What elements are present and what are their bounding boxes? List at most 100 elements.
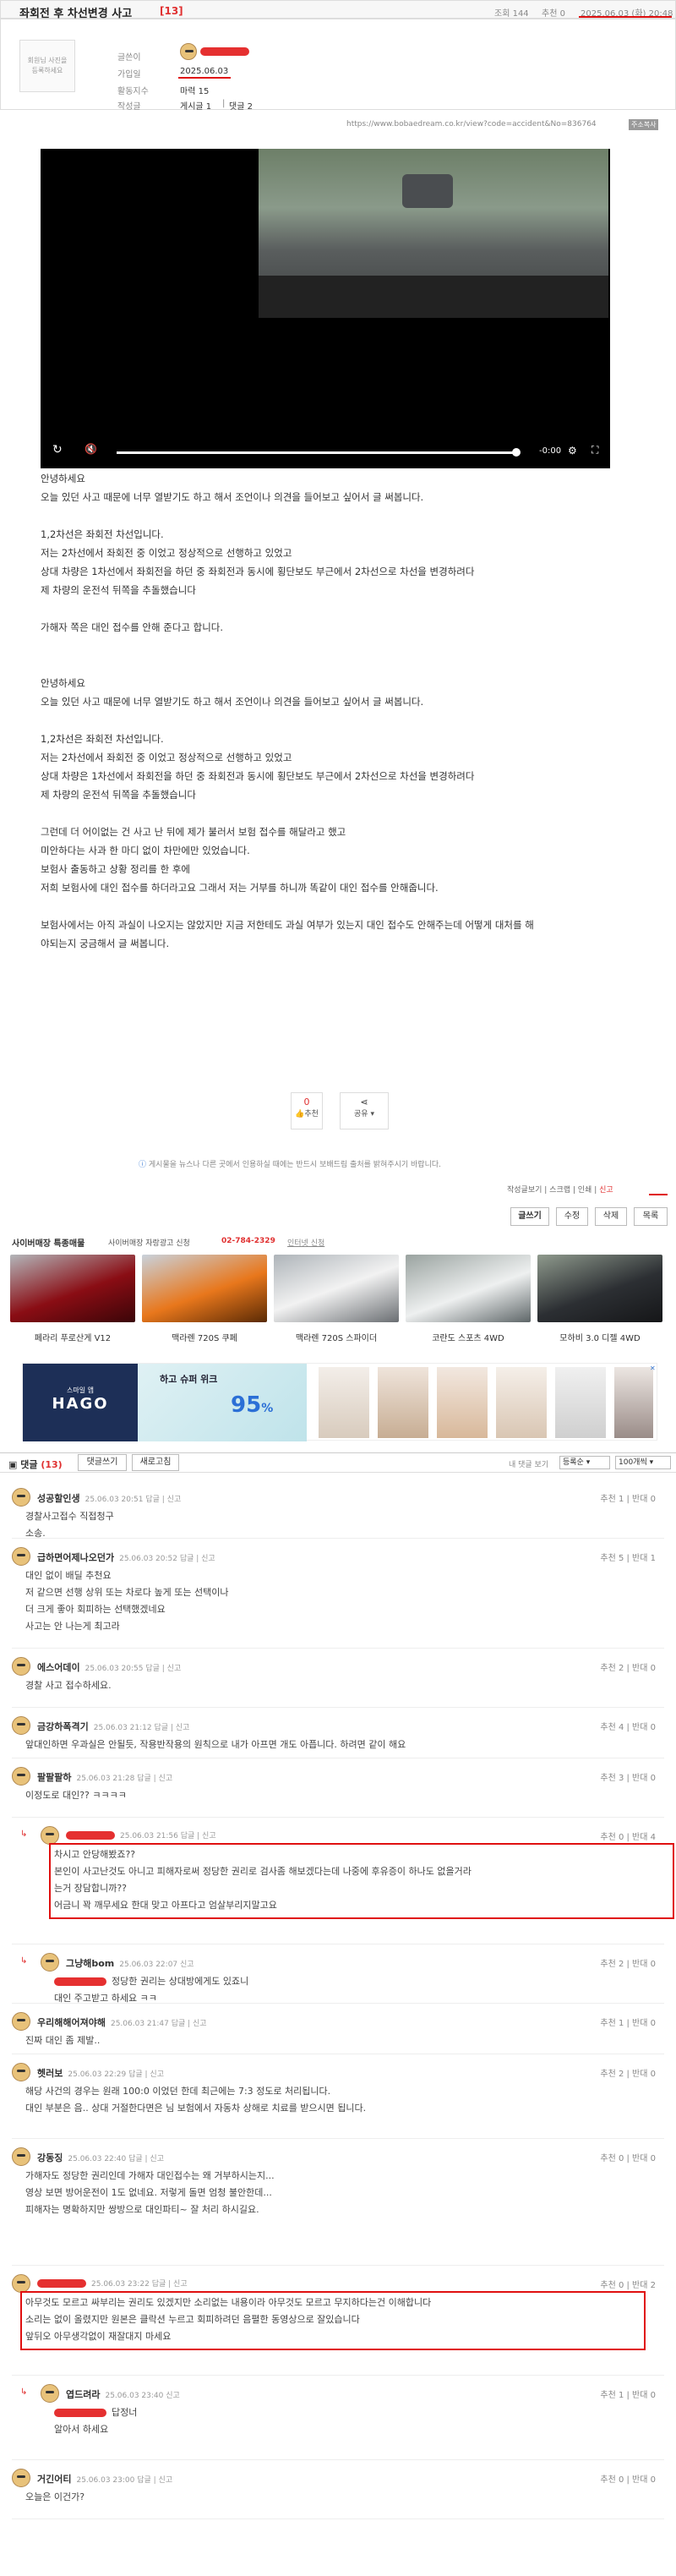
commenter-avatar: [41, 2384, 59, 2403]
body-line: 저는 2차선에서 좌회전 중 이었고 정상적으로 선행하고 있었고: [41, 752, 292, 763]
car-caption-4[interactable]: 코란도 스포츠 4WD: [406, 1331, 531, 1343]
sort-select[interactable]: 등록순 ▾: [559, 1456, 610, 1469]
comment-count-badge[interactable]: [13]: [160, 5, 183, 17]
ad-apply-link[interactable]: 인터넷 신청: [287, 1237, 324, 1248]
reply-arrow-icon: ↳: [20, 1956, 28, 1966]
mute-icon[interactable]: 🔇: [84, 443, 97, 455]
banner-ad[interactable]: 스마일 앱 HAGO 하고 슈퍼 위크 95% ✕: [22, 1363, 657, 1441]
comment-votes[interactable]: 추천 5 | 반대 1: [600, 1551, 656, 1563]
body-line: 보험사 출동하고 상황 정리를 한 후에: [41, 863, 190, 875]
settings-icon[interactable]: ⚙: [568, 445, 577, 457]
car-image-2[interactable]: [142, 1255, 267, 1322]
car-caption-3[interactable]: 맥라렌 720S 스파이더: [274, 1331, 399, 1343]
comment-votes[interactable]: 추천 0 | 반대 0: [600, 2472, 656, 2485]
comment-votes[interactable]: 추천 2 | 반대 0: [600, 2066, 656, 2079]
comment-meta[interactable]: 25.06.03 21:28 답글 | 신고: [76, 1775, 172, 1783]
refresh-button[interactable]: 새로고침: [132, 1454, 179, 1471]
commenter-nick[interactable]: 우리해해어져야해: [37, 2017, 106, 2028]
scrap-link[interactable]: 스크랩: [549, 1186, 570, 1195]
comment-meta[interactable]: 25.06.03 20:51 답글 | 신고: [85, 1496, 182, 1504]
commenter-avatar: [12, 2469, 30, 2487]
comment-write-button[interactable]: 댓글쓰기: [78, 1454, 127, 1471]
mention-redacted[interactable]: [54, 2409, 106, 2417]
recommend-count: 추천 0: [542, 9, 565, 19]
comment-meta[interactable]: 25.06.03 22:07 신고: [119, 1961, 194, 1969]
commenter-nick[interactable]: 거긴어티: [37, 2474, 71, 2485]
commenter-nick[interactable]: 그냥해bom: [66, 1958, 114, 1969]
video-player[interactable]: ↻ 🔇 -0:00 ⚙ ⛶: [41, 149, 610, 468]
comment-body: 경찰사고접수 직접청구 소송.: [25, 1508, 617, 1542]
comment-meta[interactable]: 25.06.03 22:29 답글 | 신고: [68, 2070, 164, 2079]
copy-url-button[interactable]: 주소복사: [629, 119, 659, 130]
comment-votes[interactable]: 추천 1 | 반대 0: [600, 2387, 656, 2400]
car-caption-5[interactable]: 모하비 3.0 디젤 4WD: [537, 1331, 662, 1343]
edit-button[interactable]: 수정: [556, 1207, 588, 1226]
author-avatar: [180, 43, 197, 60]
comment-meta[interactable]: 25.06.03 21:56 답글 | 신고: [120, 1832, 216, 1840]
comment-line: 알아서 하세요: [54, 2424, 109, 2435]
comment-meta[interactable]: 25.06.03 23:22 답글 | 신고: [91, 2280, 188, 2289]
comment-meta[interactable]: 25.06.03 23:00 답글 | 신고: [76, 2476, 172, 2485]
car-image-3[interactable]: [274, 1255, 399, 1322]
body-line: [41, 711, 649, 730]
commenter-avatar: [41, 1826, 59, 1845]
writer-posts[interactable]: 게시글 1: [180, 99, 211, 112]
car-caption-1[interactable]: 페라리 푸로산게 V12: [10, 1331, 135, 1343]
more-posts-link[interactable]: 작성글보기: [507, 1186, 542, 1195]
mention-redacted[interactable]: [54, 1977, 106, 1986]
author-nick-redacted[interactable]: [200, 47, 249, 56]
video-scrubber[interactable]: [512, 448, 521, 457]
car-image-4[interactable]: [406, 1255, 531, 1322]
ad-close-icon[interactable]: ✕: [650, 1365, 656, 1372]
share-button[interactable]: ⋖ 공유 ▾: [340, 1092, 389, 1129]
commenter-nick[interactable]: 금강하폭격기: [37, 1721, 89, 1732]
replay-icon[interactable]: ↻: [52, 443, 63, 457]
fullscreen-icon[interactable]: ⛶: [592, 444, 598, 457]
commenter-nick[interactable]: 팔팔팔하: [37, 1772, 71, 1783]
print-link[interactable]: 인쇄: [578, 1186, 592, 1195]
commenter-nick[interactable]: 강동징: [37, 2152, 63, 2163]
body-line: 오늘 있던 사고 때문에 너무 열받기도 하고 해서 조언이나 의견을 들어보고…: [41, 696, 424, 708]
comment-votes[interactable]: 추천 3 | 반대 0: [600, 1770, 656, 1783]
comment-meta[interactable]: 25.06.03 21:12 답글 | 신고: [94, 1724, 190, 1732]
comment-votes[interactable]: 추천 0 | 반대 0: [600, 2151, 656, 2163]
commenter-nick[interactable]: 헷러보: [37, 2068, 63, 2079]
recommend-button[interactable]: 0 👍추천: [291, 1092, 323, 1129]
comment-item: ↳ 그냥해bom 25.06.03 22:07 신고 추천 2 | 반대 0 정당한 권…: [12, 1953, 664, 2004]
post-body: 안녕하세요 오늘 있던 사고 때문에 너무 열받기도 하고 해서 조언이나 의견을…: [41, 469, 649, 953]
comment-votes[interactable]: 추천 2 | 반대 0: [600, 1956, 656, 1969]
commenter-nick[interactable]: 에스어데이: [37, 1662, 80, 1673]
comment-header: 엽드려라 25.06.03 23:40 신고: [66, 2387, 180, 2401]
car-image-5[interactable]: [537, 1255, 662, 1322]
my-comments-link[interactable]: 내 댓글 보기: [509, 1458, 548, 1469]
list-button[interactable]: 목록: [634, 1207, 668, 1226]
video-time: -0:00: [539, 446, 562, 456]
comment-votes[interactable]: 추천 4 | 반대 0: [600, 1720, 656, 1732]
car-caption-2[interactable]: 맥라렌 720S 쿠페: [142, 1331, 267, 1343]
write-button[interactable]: 글쓰기: [510, 1207, 549, 1226]
comment-meta[interactable]: 25.06.03 20:55 답글 | 신고: [85, 1665, 182, 1673]
comment-item: 25.06.03 23:22 답글 | 신고 추천 0 | 반대 2 아무것도 모르…: [12, 2274, 664, 2376]
car-image-1[interactable]: [10, 1255, 135, 1322]
report-link[interactable]: 신고: [599, 1186, 613, 1195]
comment-meta[interactable]: 25.06.03 21:47 답글 | 신고: [111, 2020, 207, 2028]
comment-votes[interactable]: 추천 0 | 반대 2: [600, 2278, 656, 2290]
writer-comments[interactable]: 댓글 2: [229, 99, 253, 112]
comment-votes[interactable]: 추천 1 | 반대 0: [600, 2015, 656, 2028]
per-page-select[interactable]: 100개씩 ▾: [615, 1456, 671, 1469]
delete-button[interactable]: 삭제: [595, 1207, 627, 1226]
commenter-nick-redacted[interactable]: [37, 2279, 86, 2288]
commenter-nick-redacted[interactable]: [66, 1831, 115, 1840]
commenter-nick[interactable]: 급하면어제나오던가: [37, 1552, 114, 1563]
comment-meta[interactable]: 25.06.03 20:52 답글 | 신고: [119, 1555, 215, 1563]
comment-meta[interactable]: 25.06.03 22:40 답글 | 신고: [68, 2155, 164, 2163]
comment-meta[interactable]: 25.06.03 23:40 신고: [105, 2392, 179, 2400]
video-progress-bar[interactable]: [117, 451, 517, 454]
commenter-nick[interactable]: 성공할인생: [37, 1493, 80, 1504]
comment-body: 정당한 권리는 상대방에게도 있죠니 대인 주고받고 하세요 ㅋㅋ: [54, 1973, 617, 2007]
comment-votes[interactable]: 추천 0 | 반대 4: [600, 1829, 656, 1842]
comment-votes[interactable]: 추천 2 | 반대 0: [600, 1660, 656, 1673]
commenter-nick[interactable]: 엽드려라: [66, 2389, 100, 2400]
body-line: 제 차량의 운전석 뒤쪽을 추돌했습니다: [41, 584, 196, 596]
comment-votes[interactable]: 추천 1 | 반대 0: [600, 1491, 656, 1504]
